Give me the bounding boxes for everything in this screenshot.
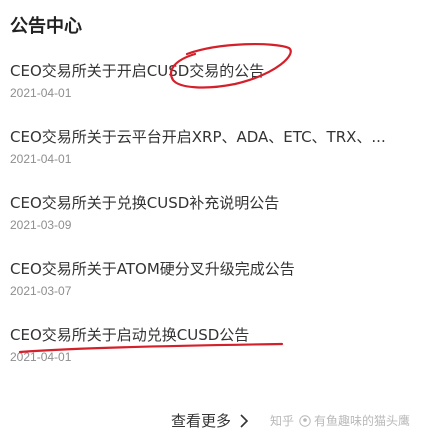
view-more-link[interactable]: 查看更多 bbox=[171, 410, 249, 431]
announcement-title[interactable]: CEO交易所关于兑换CUSD补充说明公告 bbox=[10, 192, 418, 213]
announcement-date: 2021-03-09 bbox=[10, 218, 72, 232]
announcement-date: 2021-04-01 bbox=[10, 152, 72, 166]
list-item[interactable]: CEO交易所关于开启CUSD交易的公告 2021-04-01 bbox=[0, 46, 426, 112]
announcement-title[interactable]: CEO交易所关于启动兑换CUSD公告 bbox=[10, 324, 418, 345]
list-item[interactable]: CEO交易所关于云平台开启XRP、ADA、ETC、TRX、... 2021-04… bbox=[0, 112, 426, 178]
view-more-label[interactable]: 查看更多 bbox=[171, 410, 231, 431]
announcement-list: CEO交易所关于开启CUSD交易的公告 2021-04-01 CEO交易所关于云… bbox=[0, 46, 426, 376]
list-item[interactable]: CEO交易所关于兑换CUSD补充说明公告 2021-03-09 bbox=[0, 178, 426, 244]
page-title: 公告中心 bbox=[10, 16, 82, 37]
announcement-title[interactable]: CEO交易所关于开启CUSD交易的公告 bbox=[10, 60, 418, 81]
announcement-title[interactable]: CEO交易所关于ATOM硬分叉升级完成公告 bbox=[10, 258, 418, 279]
announcement-date: 2021-04-01 bbox=[10, 350, 72, 364]
watermark-user-icon bbox=[299, 414, 311, 427]
watermark-site: 知乎 bbox=[270, 414, 295, 428]
footer: 查看更多 知乎 有鱼趣味的猫头鹰 bbox=[0, 402, 426, 445]
announcement-date: 2021-04-01 bbox=[10, 86, 72, 100]
announcement-title[interactable]: CEO交易所关于云平台开启XRP、ADA、ETC、TRX、... bbox=[10, 126, 418, 147]
list-item[interactable]: CEO交易所关于启动兑换CUSD公告 2021-04-01 bbox=[0, 310, 426, 376]
announcement-date: 2021-03-07 bbox=[10, 284, 72, 298]
watermark-author: 有鱼趣味的猫头鹰 bbox=[314, 414, 411, 428]
chevron-right-icon[interactable] bbox=[239, 413, 249, 428]
watermark: 知乎 有鱼趣味的猫头鹰 bbox=[270, 412, 410, 429]
list-item[interactable]: CEO交易所关于ATOM硬分叉升级完成公告 2021-03-07 bbox=[0, 244, 426, 310]
